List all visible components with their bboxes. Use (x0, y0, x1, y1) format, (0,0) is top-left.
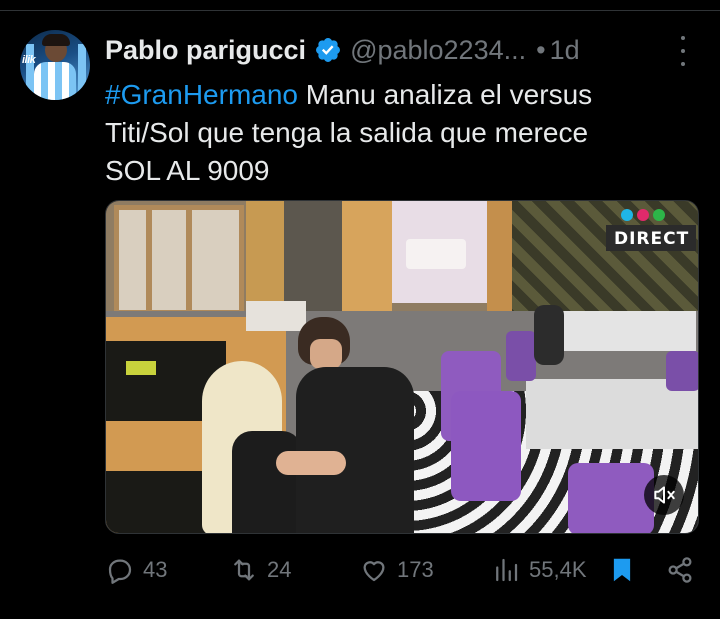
like-count: 173 (397, 557, 434, 582)
video-person-top (232, 431, 302, 533)
views-count: 55,4K (529, 557, 587, 582)
more-dot (681, 49, 685, 53)
reply-count: 43 (143, 557, 168, 582)
views-button[interactable]: 55,4K (491, 552, 587, 588)
views-chart-icon (496, 558, 518, 582)
bookmark-filled-icon (613, 558, 631, 582)
share-icon (668, 557, 692, 583)
divider (0, 10, 720, 11)
video-player[interactable]: DIRECT (105, 200, 699, 534)
author-name[interactable]: Pablo parigucci (105, 35, 306, 66)
action-bar: 43 24 173 55,4K (105, 552, 700, 588)
separator-dot: • (536, 34, 546, 65)
video-bed (406, 239, 466, 269)
tweet-text-line: SOL AL 9009 (105, 155, 270, 186)
avatar-text: ilik (22, 54, 36, 66)
more-options-icon[interactable] (676, 36, 690, 66)
video-person-face (310, 339, 342, 369)
video-door (342, 201, 392, 311)
video-items-white (246, 301, 306, 331)
avatar-shirt (34, 62, 76, 100)
share-button[interactable] (665, 552, 695, 588)
video-chair (666, 351, 698, 391)
repost-count: 24 (267, 557, 292, 582)
avatar-stripe (78, 44, 86, 100)
like-button[interactable]: 173 (359, 552, 434, 588)
tweet-text-line: #GranHermano Manu analiza el versus (105, 76, 705, 114)
heart-icon (363, 561, 385, 582)
avatar[interactable]: ilik (20, 30, 90, 100)
bookmark-button[interactable] (607, 552, 637, 588)
video-person-hands (276, 451, 346, 475)
logo-dot (653, 209, 665, 221)
reply-button[interactable]: 43 (105, 552, 167, 588)
video-items-black (106, 471, 206, 533)
video-dining-table (546, 311, 696, 351)
mute-button[interactable] (644, 475, 684, 515)
tweet-text-line: Titi/Sol que tenga la salida que merece (105, 117, 589, 148)
tweet-text: #GranHermano Manu analiza el versus Titi… (105, 76, 705, 190)
video-window-frame (186, 205, 192, 315)
video-chair (568, 463, 654, 533)
logo-dot (621, 209, 633, 221)
repost-button[interactable]: 24 (229, 552, 291, 588)
video-person-background (534, 305, 564, 365)
video-chair (451, 391, 521, 501)
video-window-frame (146, 205, 152, 315)
channel-badge: DIRECT (614, 229, 690, 249)
avatar-stripe (26, 44, 34, 100)
volume-muted-icon (654, 486, 675, 504)
video-chair (506, 331, 536, 381)
hashtag-link[interactable]: #GranHermano (105, 79, 298, 110)
more-dot (681, 36, 685, 40)
repost-icon (234, 559, 254, 581)
timestamp[interactable]: 1d (550, 35, 580, 66)
author-handle[interactable]: @pablo2234... (350, 35, 526, 66)
avatar-hair (42, 34, 70, 46)
reply-icon (108, 559, 132, 584)
video-window (114, 205, 244, 315)
video-items-yellow (126, 361, 156, 375)
tweet-text-segment: Manu analiza el versus (297, 79, 593, 110)
more-dot (681, 62, 685, 66)
verified-badge-icon (316, 38, 341, 62)
logo-dot (637, 209, 649, 221)
tweet-header: Pablo parigucci @pablo2234... • 1d (105, 30, 580, 70)
